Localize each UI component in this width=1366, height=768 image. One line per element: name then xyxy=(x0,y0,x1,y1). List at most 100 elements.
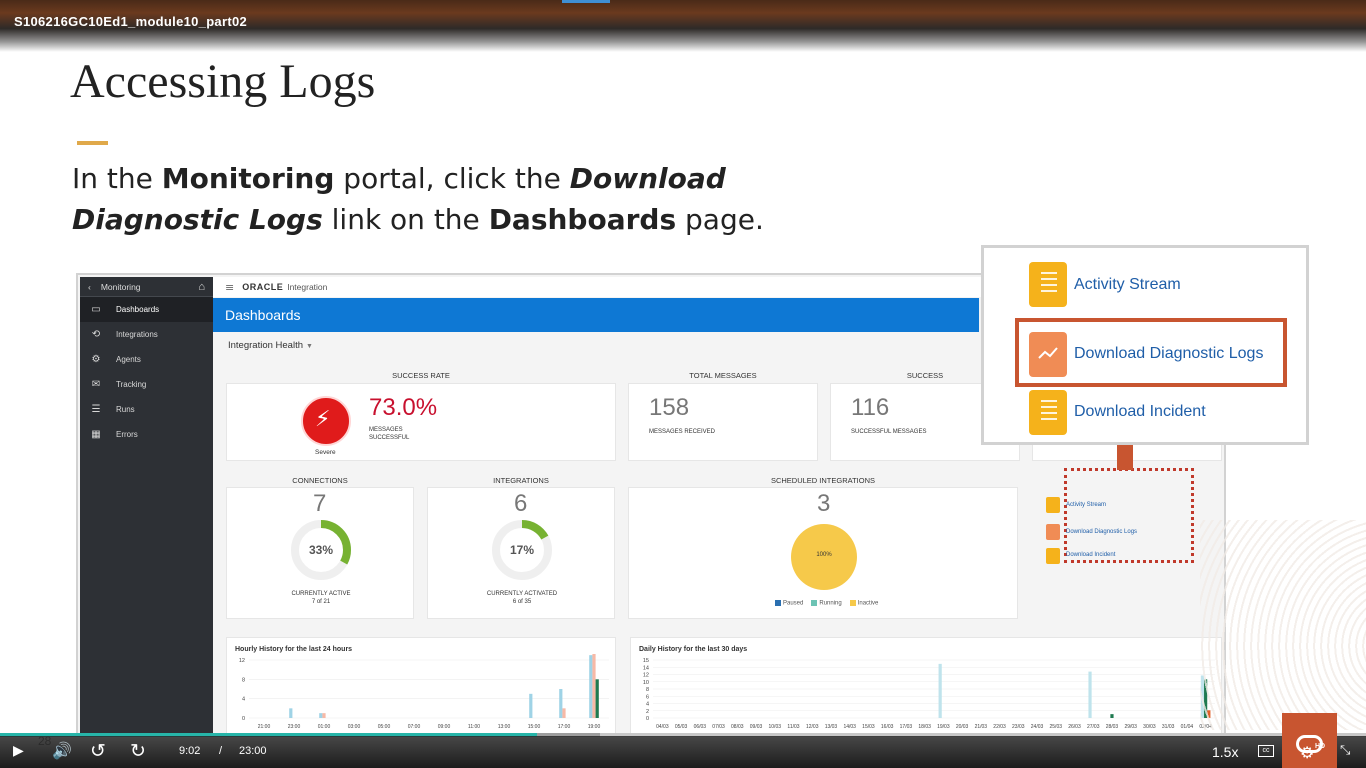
volume-icon[interactable]: 🔊 xyxy=(52,741,72,761)
integrations-caption: CURRENTLY ACTIVATED xyxy=(486,591,558,597)
legend-label: Paused xyxy=(783,600,804,607)
product-name: Integration xyxy=(287,282,328,292)
decorative-pattern xyxy=(1200,520,1366,730)
slide-body-part: Monitoring xyxy=(161,162,335,195)
mini-link-activity-stream[interactable]: Activity Stream xyxy=(1066,502,1106,508)
callout-connector xyxy=(1117,443,1133,470)
page-title: Dashboards xyxy=(213,298,979,332)
x-tick-label: 25/03 xyxy=(1050,724,1063,730)
x-tick-label: 26/03 xyxy=(1068,724,1081,730)
x-tick-label: 23:00 xyxy=(288,724,301,730)
y-tick-label: 10 xyxy=(643,680,649,686)
slide-body-part: link on the xyxy=(322,203,489,236)
x-tick-label: 09:00 xyxy=(438,724,451,730)
rewind-icon[interactable]: ↺ xyxy=(90,740,106,763)
y-tick-label: 2 xyxy=(646,709,649,715)
bar xyxy=(1088,671,1092,718)
x-tick-label: 11:00 xyxy=(468,724,480,730)
x-tick-label: 22/03 xyxy=(993,724,1006,730)
player-controls: ▶ 🔊 ↺ ↻ 9:02 / 23:00 1.5x cc ⤡ xyxy=(0,736,1366,768)
sidebar-item-runs[interactable]: ☰ Runs xyxy=(80,397,213,422)
play-icon[interactable]: ▶ xyxy=(13,742,24,759)
legend-item: Inactive xyxy=(849,600,878,607)
settings-gear-icon[interactable]: ⚙ xyxy=(1300,743,1314,762)
total-messages-caption: MESSAGES RECEIVED xyxy=(649,429,716,435)
speed-button[interactable]: 1.5x xyxy=(1212,744,1238,760)
connections-percent: 33% xyxy=(308,543,334,557)
sidebar-item-dashboards[interactable]: ▭ Dashboards xyxy=(80,297,213,322)
y-tick-label: 8 xyxy=(646,687,649,693)
x-tick-label: 14/03 xyxy=(843,724,856,730)
y-tick-label: 0 xyxy=(242,716,245,722)
x-tick-label: 09/03 xyxy=(750,724,763,730)
total-messages-value: 158 xyxy=(649,394,690,421)
zoom-link-download-incident[interactable]: Download Incident xyxy=(1074,403,1206,421)
success-rate-caption: MESSAGES SUCCESSFUL xyxy=(369,427,410,441)
connections-card[interactable]: 7 33% CURRENTLY ACTIVE 7 of 21 xyxy=(226,487,414,619)
sidebar-item-integrations[interactable]: ⟲ Integrations xyxy=(80,322,213,347)
zoom-incident-icon xyxy=(1029,390,1067,435)
health-filter-dropdown[interactable]: Integration Health ▼ xyxy=(228,340,313,351)
health-filter-label: Integration Health xyxy=(228,340,303,351)
x-tick-label: 12/03 xyxy=(806,724,819,730)
sidebar-item-agents[interactable]: ⚙ Agents xyxy=(80,347,213,372)
gear-icon: ⚙ xyxy=(91,354,101,365)
x-tick-label: 03:00 xyxy=(348,724,361,730)
slide-body-part: Dashboards xyxy=(488,203,677,236)
briefcase-icon: ▦ xyxy=(91,429,101,440)
y-tick-label: 4 xyxy=(646,702,649,708)
zoom-link-activity-stream[interactable]: Activity Stream xyxy=(1074,276,1181,294)
sidebar-item-label: Dashboards xyxy=(116,305,160,314)
sidebar-item-label: Errors xyxy=(116,430,138,439)
time-separator: / xyxy=(219,745,223,757)
bar xyxy=(595,679,599,718)
x-tick-label: 20/03 xyxy=(956,724,969,730)
zoomed-links-callout: Activity Stream Download Diagnostic Logs… xyxy=(981,245,1309,445)
x-tick-label: 13/03 xyxy=(825,724,838,730)
legend-swatch xyxy=(811,600,818,606)
sidebar-item-label: Tracking xyxy=(116,380,147,389)
bar xyxy=(559,689,563,718)
x-tick-label: 18/03 xyxy=(918,724,931,730)
x-tick-label: 29/03 xyxy=(1124,724,1137,730)
exit-fullscreen-icon[interactable]: ⤡ xyxy=(1340,742,1350,758)
x-tick-label: 30/03 xyxy=(1143,724,1156,730)
home-icon[interactable]: ⌂ xyxy=(198,281,205,293)
success-rate-value: 73.0% xyxy=(369,394,438,421)
y-tick-label: 8 xyxy=(242,677,245,683)
hourly-history-chart: 12 8 4 0 21:00 23:00 01:00 03:00 05:00 07:00 09:00… xyxy=(239,654,609,730)
daily-history-title: Daily History for the last 30 days xyxy=(639,646,748,653)
scheduled-value: 3 xyxy=(817,490,831,517)
x-tick-label: 21/03 xyxy=(975,724,988,730)
hamburger-menu-icon[interactable]: ≡ xyxy=(225,281,234,294)
sidebar-title: Monitoring xyxy=(100,281,141,292)
y-tick-label: 4 xyxy=(242,697,245,703)
x-tick-label: 21:00 xyxy=(258,724,271,730)
total-messages-card[interactable]: 158 MESSAGES RECEIVED xyxy=(628,383,818,461)
scheduled-legend: Paused Running Inactive xyxy=(775,600,878,607)
integrations-card[interactable]: 6 17% CURRENTLY ACTIVATED 6 of 35 xyxy=(427,487,615,619)
x-tick-label: 15:00 xyxy=(528,724,541,730)
captions-icon[interactable]: cc xyxy=(1258,745,1274,757)
scheduled-card[interactable]: 3 100% Paused Running Inactive xyxy=(628,487,1018,619)
video-title-bar: S106216GC10Ed1_module10_part02 xyxy=(0,0,1366,52)
success-rate-card[interactable]: ⚡ Severe 73.0% MESSAGES SUCCESSFUL xyxy=(226,383,616,461)
x-tick-label: 08/03 xyxy=(731,724,744,730)
top-accent-bar xyxy=(562,0,610,3)
mini-link-download-incident[interactable]: Download Incident xyxy=(1066,552,1115,558)
bar xyxy=(529,693,533,718)
x-tick-label: 28/03 xyxy=(1106,724,1119,730)
mini-link-download-diagnostic-logs[interactable]: Download Diagnostic Logs xyxy=(1066,529,1137,535)
legend-item: Paused xyxy=(775,600,803,607)
highlight-box xyxy=(1015,318,1287,387)
sidebar-item-label: Runs xyxy=(116,405,135,414)
sidebar-item-tracking[interactable]: ✉ Tracking xyxy=(80,372,213,397)
back-chevron-icon[interactable]: ‹ xyxy=(88,282,91,292)
slide-body-text: In the Monitoring portal, click the Down… xyxy=(72,158,772,240)
integrations-value: 6 xyxy=(514,490,528,517)
forward-icon[interactable]: ↻ xyxy=(130,740,146,763)
legend-item: Running xyxy=(811,600,842,607)
sidebar-item-errors[interactable]: ▦ Errors xyxy=(80,422,213,447)
x-tick-label: 01:00 xyxy=(318,724,331,730)
x-tick-label: 05:00 xyxy=(378,724,391,730)
